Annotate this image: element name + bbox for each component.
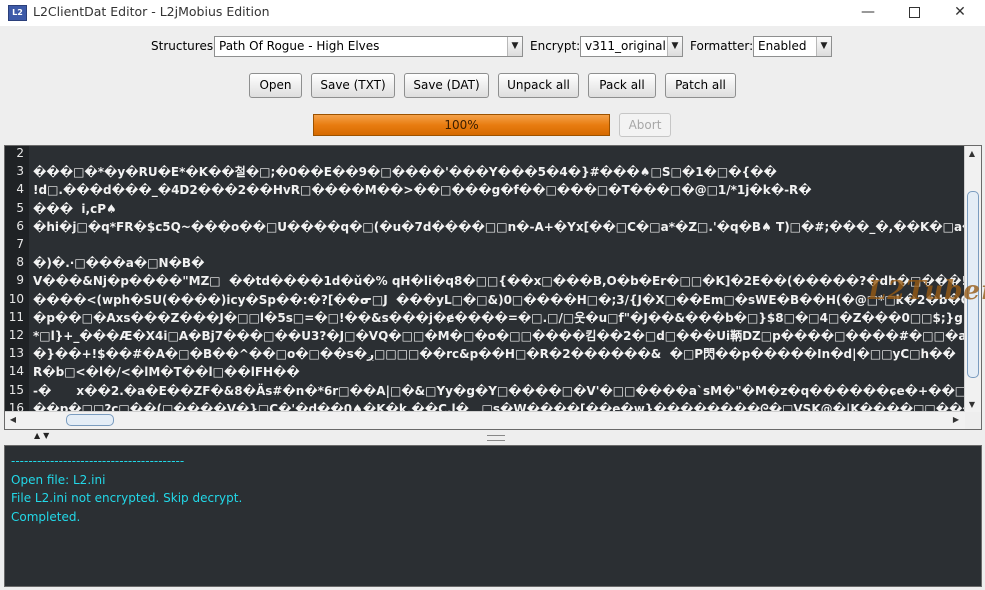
- line-number-gutter: 2 3 4 5 6 7 8 9 10 11 12 13 14 15 16: [5, 146, 29, 415]
- line-number: 9: [16, 273, 24, 288]
- log-line: Open file: L2.ini: [11, 472, 106, 487]
- line-number: 10: [8, 291, 24, 306]
- line-number: 12: [8, 328, 24, 342]
- chevron-down-icon: ▼: [816, 37, 831, 56]
- horizontal-scroll-thumb[interactable]: [66, 414, 114, 426]
- abort-button[interactable]: Abort: [619, 113, 671, 137]
- scroll-corner: [965, 412, 981, 429]
- save-txt-button[interactable]: Save (TXT): [311, 73, 395, 98]
- scroll-right-icon[interactable]: ▶: [949, 412, 963, 427]
- horizontal-scrollbar[interactable]: ◀ ▶: [5, 411, 965, 429]
- line-number: 13: [8, 346, 24, 361]
- save-dat-button[interactable]: Save (DAT): [404, 73, 489, 98]
- formatter-selected-value: Enabled: [758, 39, 807, 53]
- line-number: 11: [8, 309, 24, 324]
- code-line[interactable]: V���&Nj�p����"MZ□ ��td����1d�ǔ�% qH�li�q…: [33, 272, 965, 290]
- title-bar: L2 L2ClientDat Editor - L2jMobius Editio…: [0, 0, 985, 26]
- formatter-label: Formatter:: [690, 39, 754, 53]
- window-title: L2ClientDat Editor - L2jMobius Edition: [33, 4, 270, 19]
- watermark-logo: L2Tuber: [868, 276, 985, 306]
- code-line[interactable]: R�b□<�l�/<�lM�T��l□��lFH��: [33, 363, 965, 381]
- line-number: 15: [8, 382, 24, 397]
- maximize-icon: [908, 6, 920, 18]
- pack-all-button[interactable]: Pack all: [588, 73, 656, 98]
- code-line[interactable]: �p��□�Axs���Z���J�□□l�5s□=�□!��&s���j�ɇ�…: [33, 309, 965, 327]
- structures-selected-value: Path Of Rogue - High Elves: [219, 39, 380, 53]
- log-line: Completed.: [11, 509, 81, 524]
- encrypt-selected-value: v311_original: [585, 39, 666, 53]
- close-button[interactable]: ✕: [937, 0, 983, 26]
- line-number: 7: [16, 237, 24, 251]
- structures-label: Structures: [151, 39, 214, 53]
- code-line[interactable]: !d□.���d���_�4D2���2��HvR□����M��>��□���…: [33, 181, 965, 199]
- code-line[interactable]: �}��+!$��#�A�□�B��^��□o�□��s�ږ□□□□��rc&p…: [33, 345, 965, 363]
- text-editor[interactable]: 2 3 4 5 6 7 8 9 10 11 12 13 14 15 16 ���□�*�y�RU�E*�K�…: [4, 145, 982, 430]
- code-line[interactable]: �hi�j□�q*FR�$c5Q~���o��□U����q�□(�u�7d��…: [33, 218, 965, 236]
- scroll-up-icon[interactable]: ▲: [965, 146, 979, 161]
- encrypt-label: Encrypt:: [530, 39, 581, 53]
- log-line: File L2.ini not encrypted. Skip decrypt.: [11, 491, 243, 505]
- line-number: 8: [16, 255, 24, 270]
- code-line[interactable]: -� x��2.�a�E��ZF�&8�Äs#�n�*6r□��A|□�&□Yy…: [33, 382, 965, 400]
- line-number: 6: [16, 218, 24, 233]
- chevron-down-icon: ▼: [507, 37, 522, 56]
- line-number: 14: [8, 364, 24, 379]
- patch-all-button[interactable]: Patch all: [665, 73, 736, 98]
- code-line[interactable]: ��� i,cP♠: [33, 200, 965, 218]
- minimize-button[interactable]: —: [845, 0, 891, 26]
- code-line[interactable]: ���□�*�y�RU�E*�K��철�□;�0��E��9�□����'���…: [33, 163, 965, 181]
- encrypt-select[interactable]: v311_original ▼: [580, 36, 683, 57]
- line-number: 4: [16, 182, 24, 197]
- app-logo-icon: L2: [8, 5, 27, 21]
- split-grip-icon[interactable]: [487, 435, 505, 441]
- scroll-down-icon[interactable]: ▼: [965, 397, 979, 412]
- formatter-select[interactable]: Enabled ▼: [753, 36, 832, 57]
- open-button[interactable]: Open: [249, 73, 302, 98]
- code-line[interactable]: ����<(wph�SU(����)icy�Sp��:�?[��ᓂ□J ���y…: [33, 291, 965, 309]
- line-number: 3: [16, 164, 24, 179]
- split-divider[interactable]: ▲▼: [4, 431, 982, 443]
- line-number: 2: [16, 146, 24, 160]
- split-collapse-icon[interactable]: ▲▼: [34, 431, 52, 440]
- unpack-all-button[interactable]: Unpack all: [498, 73, 579, 98]
- scroll-left-icon[interactable]: ◀: [6, 412, 20, 427]
- code-line[interactable]: *□l}+_���Æ�X4i□A�Bj7���□��U3?�J□�VQ�□□�M…: [33, 327, 965, 345]
- line-number: 5: [16, 200, 24, 215]
- log-console: ----------------------------------------…: [4, 445, 982, 587]
- maximize-button[interactable]: [891, 0, 937, 26]
- structures-select[interactable]: Path Of Rogue - High Elves ▼: [214, 36, 523, 57]
- chevron-down-icon: ▼: [667, 37, 682, 56]
- progress-label: 100%: [444, 118, 479, 132]
- progress-bar: 100%: [313, 114, 610, 136]
- code-line[interactable]: �)�.·□���a�□N�B�: [33, 254, 965, 272]
- log-line: ----------------------------------------: [11, 454, 185, 468]
